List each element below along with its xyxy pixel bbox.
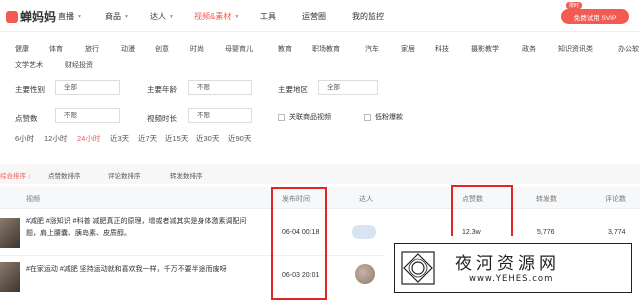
sort-tab-label: 综合排序 [0, 173, 26, 180]
video-title[interactable]: #减肥 #涨知识 #科普 减肥真正的原理，增或者减其实是身体激素调配问题，肩上腰… [26, 216, 254, 240]
brand-name: 蝉妈妈 [20, 10, 57, 24]
comments-count: 3,774 [608, 229, 626, 236]
column-header-comments[interactable]: 评论数 [605, 194, 626, 204]
logo-icon [6, 10, 18, 23]
sort-tab-comments[interactable]: 评论数排序 [108, 170, 141, 180]
filter-label-age: 主要年龄 [147, 85, 177, 94]
category-tag[interactable]: 时尚 [190, 44, 204, 54]
watermark-title: 夜河资源网 [455, 254, 560, 274]
time-range-3d[interactable]: 近3天 [110, 133, 129, 144]
creator-avatar[interactable] [355, 264, 375, 284]
nav-item-products[interactable]: 商品 ▼ [105, 11, 129, 22]
video-title[interactable]: #在家运动 #减肥 坚持运动就和喜欢我一样，千万不要半途而废呀 [26, 264, 254, 276]
chevron-down-icon: ▼ [234, 13, 240, 20]
select-value: 不限 [197, 112, 210, 119]
free-trial-button[interactable]: 免费试用 SVIP [561, 9, 629, 24]
gender-select[interactable]: 全部 [55, 80, 120, 95]
filter-label-region: 主要地区 [278, 85, 308, 94]
watermark-ornament-icon [401, 251, 435, 285]
top-nav: 蝉妈妈 直播 ▼ 商品 ▼ 达人 ▼ 视频&素材 ▼ 工具 运营圈 我的监控 限时 免费… [0, 0, 640, 32]
low-fans-checkbox[interactable]: 低粉爆款 [364, 112, 403, 122]
duration-select[interactable]: 不限 [188, 108, 252, 123]
chevron-down-icon: ▼ [169, 13, 174, 20]
time-range-30d[interactable]: 近30天 [196, 133, 219, 144]
related-product-checkbox[interactable]: 关联商品视频 [278, 112, 331, 122]
category-tag[interactable]: 财经投资 [65, 60, 93, 70]
likes-select[interactable]: 不限 [55, 108, 120, 123]
time-range-15d[interactable]: 近15天 [165, 133, 188, 144]
video-thumbnail[interactable] [0, 218, 20, 248]
nav-item-tools[interactable]: 工具 [260, 11, 276, 22]
category-tag[interactable]: 知识资讯类 [558, 44, 593, 54]
arrow-down-icon: ↓ [26, 173, 32, 180]
category-tag[interactable]: 家居 [401, 44, 415, 54]
select-value: 全部 [327, 84, 340, 91]
checkbox-label: 低粉爆款 [375, 114, 403, 121]
nav-item-ops-circle[interactable]: 运营圈 [302, 11, 326, 22]
nav-item-video-materials[interactable]: 视频&素材 ▼ [194, 11, 239, 22]
nav-item-label: 运营圈 [302, 12, 326, 21]
checkbox-label: 关联商品视频 [289, 114, 331, 121]
category-tag[interactable]: 科技 [435, 44, 449, 54]
column-header-creator: 达人 [359, 196, 373, 203]
nav-item-label: 视频&素材 [194, 12, 232, 21]
sort-tab-likes[interactable]: 点赞数排序 [48, 170, 81, 180]
creator-avatar[interactable] [352, 225, 376, 239]
shares-count: 5,776 [537, 229, 555, 236]
filter-label-likes: 点赞数 [15, 114, 38, 123]
region-select[interactable]: 全部 [318, 80, 378, 95]
time-range-24h[interactable]: 24小时 [77, 133, 100, 144]
chevron-down-icon: ▼ [124, 13, 129, 20]
nav-item-label: 直播 [58, 12, 74, 21]
checkbox-icon [364, 113, 371, 121]
highlight-box-publish-time [271, 187, 327, 300]
select-value: 全部 [64, 84, 77, 91]
video-thumbnail[interactable] [0, 262, 20, 292]
checkbox-icon [278, 113, 285, 121]
category-tag[interactable]: 汽车 [365, 44, 379, 54]
category-tag[interactable]: 健康 [15, 44, 29, 54]
brand-logo[interactable]: 蝉妈妈 [6, 8, 56, 25]
select-value: 不限 [197, 84, 210, 91]
watermark-url: www.YEHES.com [469, 274, 554, 284]
category-tag[interactable]: 旅行 [85, 44, 99, 54]
chevron-down-icon: ▼ [77, 13, 82, 20]
filter-label-gender: 主要性别 [15, 85, 45, 94]
age-select[interactable]: 不限 [188, 80, 252, 95]
sort-tab-shares[interactable]: 转发数排序 [170, 170, 203, 180]
nav-item-label: 工具 [260, 12, 276, 21]
column-header-shares[interactable]: 转发数 [536, 194, 557, 204]
time-range-7d[interactable]: 近7天 [138, 133, 157, 144]
category-tag[interactable]: 政务 [522, 44, 536, 54]
time-range-90d[interactable]: 近90天 [228, 133, 251, 144]
select-value: 不限 [64, 112, 77, 119]
category-tag[interactable]: 母婴育儿 [225, 44, 253, 54]
category-tag[interactable]: 体育 [49, 44, 63, 54]
category-tag[interactable]: 办公软 [618, 44, 639, 54]
category-tag[interactable]: 教育 [278, 44, 292, 54]
time-range-6h[interactable]: 6小时 [15, 133, 34, 144]
nav-item-label: 商品 [105, 12, 121, 21]
filter-label-duration: 视频时长 [147, 114, 177, 123]
nav-item-live[interactable]: 直播 ▼ [58, 11, 82, 22]
category-tag[interactable]: 动漫 [121, 44, 135, 54]
promo-badge: 限时 [566, 2, 583, 9]
nav-item-creators[interactable]: 达人 ▼ [150, 11, 174, 22]
sort-bar: 综合排序 ↓ 点赞数排序 评论数排序 转发数排序 [0, 164, 640, 184]
category-tag[interactable]: 文学艺术 [15, 60, 43, 70]
nav-item-label: 达人 [150, 12, 166, 21]
nav-item-label: 我的监控 [352, 12, 384, 21]
time-range-12h[interactable]: 12小时 [44, 133, 67, 144]
category-tag[interactable]: 摄影教学 [471, 44, 499, 54]
category-tag[interactable]: 职场教育 [312, 44, 340, 54]
column-header-video: 视频 [26, 196, 40, 203]
nav-item-my-monitor[interactable]: 我的监控 [352, 11, 384, 22]
sort-tab-overall[interactable]: 综合排序 ↓ [0, 170, 31, 180]
category-tag[interactable]: 创意 [155, 44, 169, 54]
